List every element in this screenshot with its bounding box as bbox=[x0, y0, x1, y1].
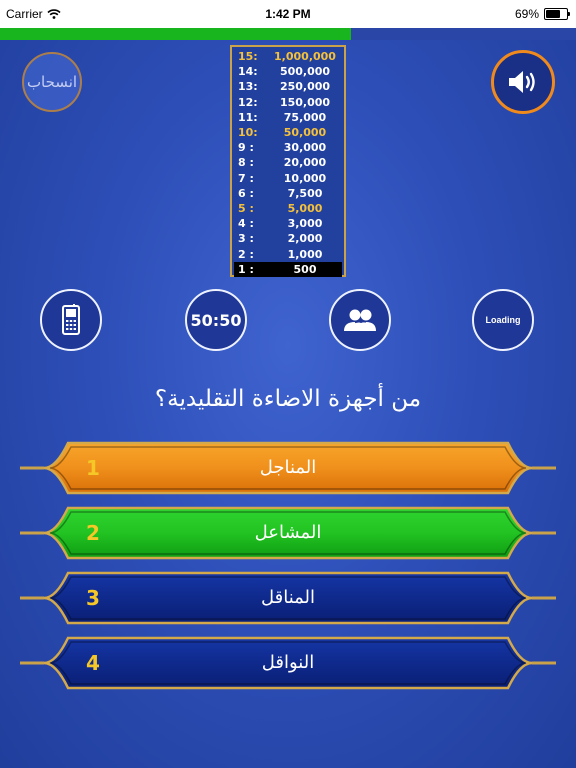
fifty-fifty-lifeline[interactable]: 50:50 bbox=[185, 289, 247, 351]
ladder-amount: 75,000 bbox=[283, 110, 327, 124]
timer-bar bbox=[0, 28, 576, 40]
answer-text: المشاعل bbox=[254, 522, 322, 543]
status-bar: Carrier 1:42 PM 69% bbox=[0, 0, 576, 28]
ladder-row: 12: 150,000 bbox=[234, 95, 342, 110]
ladder-level: 12: bbox=[238, 95, 258, 109]
ladder-row: 9 : 30,000 bbox=[234, 140, 342, 155]
ladder-level: 14: bbox=[238, 65, 258, 79]
withdraw-button[interactable]: انسحاب bbox=[22, 52, 82, 112]
answer-option-4[interactable]: 4 النواقل bbox=[20, 635, 556, 691]
ladder-amount: 1,000,000 bbox=[274, 50, 336, 64]
ladder-level: 5 : bbox=[238, 201, 254, 215]
prize-ladder: 15: 1,000,000 14: 500,000 13: 250,000 12: 150,0… bbox=[230, 45, 346, 277]
ladder-row: 5 : 5,000 bbox=[234, 201, 342, 216]
question-text: من أجهزة الاضاءة التقليدية؟ bbox=[154, 386, 422, 412]
ladder-row: 15: 1,000,000 bbox=[234, 49, 342, 64]
speaker-icon bbox=[509, 71, 535, 93]
loading-label: Loading bbox=[485, 315, 521, 325]
answer-text: المناقل bbox=[260, 587, 316, 608]
fifty-fifty-label: 50:50 bbox=[190, 310, 242, 330]
ladder-row: 13: 250,000 bbox=[234, 79, 342, 94]
ladder-row: 4 : 3,000 bbox=[234, 216, 342, 231]
ladder-row: 11: 75,000 bbox=[234, 110, 342, 125]
ladder-level: 9 : bbox=[238, 141, 254, 155]
ladder-level: 4 : bbox=[238, 217, 254, 231]
answer-option-3[interactable]: 3 المناقل bbox=[20, 570, 556, 626]
ladder-amount: 1,000 bbox=[287, 247, 323, 261]
ladder-row: 3 : 2,000 bbox=[234, 231, 342, 246]
ladder-amount: 500 bbox=[293, 262, 317, 276]
ladder-row: 6 : 7,500 bbox=[234, 186, 342, 201]
clock: 1:42 PM bbox=[265, 7, 311, 21]
ladder-level: 13: bbox=[238, 80, 258, 94]
audience-icon bbox=[344, 309, 376, 331]
ladder-row: 1 : 500 bbox=[234, 261, 342, 277]
timer-bar-fill bbox=[0, 28, 352, 40]
ladder-row: 10: 50,000 bbox=[234, 125, 342, 140]
loading-lifeline[interactable]: Loading bbox=[472, 289, 534, 351]
ladder-amount: 3,000 bbox=[287, 217, 323, 231]
ladder-level: 3 : bbox=[238, 232, 254, 246]
ladder-amount: 150,000 bbox=[279, 95, 331, 109]
ladder-row: 2 : 1,000 bbox=[234, 246, 342, 261]
ask-audience-lifeline[interactable] bbox=[329, 289, 391, 351]
ladder-level: 1 : bbox=[238, 262, 254, 276]
ladder-amount: 20,000 bbox=[283, 156, 327, 170]
ladder-level: 2 : bbox=[238, 247, 254, 261]
ladder-level: 8 : bbox=[238, 156, 254, 170]
answer-option-1[interactable]: 1 المناجل bbox=[20, 440, 556, 496]
ladder-row: 7 : 10,000 bbox=[234, 171, 342, 186]
ladder-amount: 250,000 bbox=[279, 80, 331, 94]
answer-text: المناجل bbox=[259, 457, 317, 478]
battery-icon bbox=[544, 8, 570, 20]
ladder-amount: 2,000 bbox=[287, 232, 323, 246]
phone-friend-lifeline[interactable] bbox=[40, 289, 102, 351]
ladder-amount: 10,000 bbox=[283, 171, 327, 185]
sound-button[interactable] bbox=[491, 50, 555, 114]
ladder-level: 7 : bbox=[238, 171, 254, 185]
ladder-amount: 50,000 bbox=[283, 126, 327, 140]
ladder-amount: 7,500 bbox=[287, 186, 323, 200]
withdraw-label: انسحاب bbox=[26, 73, 78, 91]
ladder-level: 10: bbox=[238, 126, 258, 140]
answer-option-2[interactable]: 2 المشاعل bbox=[20, 505, 556, 561]
battery-percent: 69% bbox=[514, 7, 539, 21]
ladder-amount: 5,000 bbox=[287, 201, 323, 215]
ladder-level: 11: bbox=[238, 110, 258, 124]
ladder-amount: 30,000 bbox=[283, 141, 327, 155]
ladder-level: 15: bbox=[238, 50, 258, 64]
ladder-row: 14: 500,000 bbox=[234, 64, 342, 79]
ladder-row: 8 : 20,000 bbox=[234, 155, 342, 170]
ladder-level: 6 : bbox=[238, 186, 254, 200]
battery-status: 69% bbox=[514, 7, 570, 21]
phone-icon bbox=[62, 304, 80, 335]
answer-text: النواقل bbox=[261, 652, 315, 673]
ladder-amount: 500,000 bbox=[279, 65, 331, 79]
